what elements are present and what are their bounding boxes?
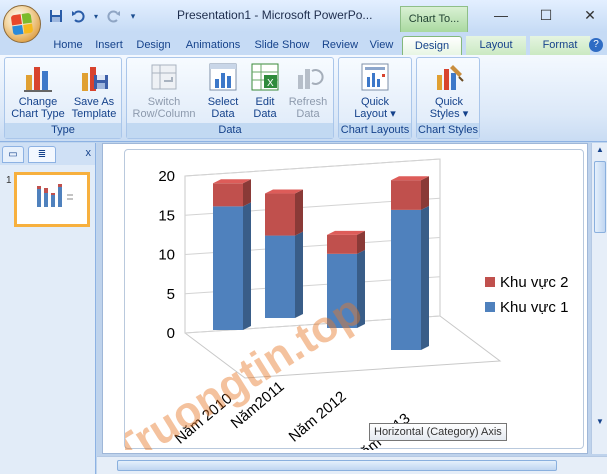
slides-list: 1 — [0, 165, 95, 474]
bar-side-2-3 — [357, 230, 365, 254]
tab-view[interactable]: View — [365, 36, 398, 56]
tab-insert[interactable]: Insert — [89, 36, 129, 56]
y-tick-label: 10 — [158, 247, 175, 264]
quick-styles-icon — [433, 61, 465, 93]
change-chart-type-button[interactable]: Change Chart Type — [9, 61, 67, 120]
quick-styles-button[interactable]: Quick Styles ▾ — [421, 61, 477, 120]
vertical-scrollbar[interactable]: ▲ ▼ — [591, 143, 607, 454]
vertical-scroll-thumb[interactable] — [594, 161, 606, 233]
bar-1-4 — [391, 209, 421, 350]
svg-text:X: X — [267, 78, 274, 89]
bar-side-2-2 — [295, 189, 303, 236]
chart-type-icon — [22, 61, 54, 93]
edit-data-button[interactable]: X Edit Data — [245, 61, 285, 120]
group-type: Change Chart Type Save As Template Type — [4, 57, 122, 139]
switch-row-column-icon — [148, 61, 180, 93]
x-category-label: Năm 2012 — [286, 388, 350, 446]
refresh-data-button[interactable]: Refresh Data — [285, 61, 331, 120]
y-tick-label: 20 — [158, 168, 175, 185]
chart-tools-header: Chart To... — [400, 6, 468, 32]
quick-layout-icon — [359, 61, 391, 93]
legend-swatch — [485, 277, 495, 287]
ribbon: Change Chart Type Save As Template Type … — [0, 55, 607, 142]
horizontal-scrollbar[interactable] — [97, 456, 607, 474]
group-chart-layouts: Quick Layout ▾ Chart Layouts — [338, 57, 412, 139]
slides-panel: ▭ ≣ x 1 — [0, 143, 96, 474]
legend-entry: Khu vực 1 — [500, 299, 568, 316]
tab-animations[interactable]: Animations — [179, 36, 247, 56]
close-button[interactable]: ✕ — [574, 0, 606, 30]
bar-1-2 — [265, 235, 295, 318]
ribbon-tabs: Home Insert Design Animations Slide Show… — [0, 32, 607, 56]
stacked-column-chart[interactable]: 05101520Năm 2010Năm2011Năm 2012Năm 2013K… — [104, 150, 585, 474]
save-icon[interactable] — [48, 8, 64, 24]
slide-number: 1 — [6, 175, 12, 186]
undo-dropdown-icon[interactable]: ▾ — [92, 8, 100, 24]
slide-thumbnail-chart — [37, 184, 73, 207]
save-as-template-button[interactable]: Save As Template — [69, 61, 119, 120]
tab-review[interactable]: Review — [318, 36, 362, 56]
panel-tabs: ▭ ≣ — [2, 146, 94, 164]
customize-qat-icon[interactable]: ▾ — [128, 8, 138, 24]
group-chart-styles: Quick Styles ▾ Chart Styles — [416, 57, 480, 139]
slide-editor: 05101520Năm 2010Năm2011Năm 2012Năm 2013K… — [97, 143, 607, 474]
bar-side-1-2 — [295, 231, 303, 318]
chart-gridline — [184, 158, 441, 177]
select-data-icon — [207, 61, 239, 93]
panel-close-icon[interactable]: x — [86, 147, 92, 159]
refresh-data-icon — [292, 61, 324, 93]
help-icon[interactable]: ? — [589, 38, 603, 52]
scroll-up-icon[interactable]: ▲ — [594, 145, 606, 159]
y-tick-label: 0 — [167, 325, 175, 342]
bar-side-2-4 — [421, 176, 429, 210]
select-data-button[interactable]: Select Data — [203, 61, 243, 120]
legend-entry: Khu vực 2 — [500, 274, 568, 291]
outline-tab-icon[interactable]: ≣ — [28, 146, 56, 163]
tab-slide-show[interactable]: Slide Show — [250, 36, 314, 56]
edit-data-icon: X — [249, 61, 281, 93]
tab-chart-layout[interactable]: Layout — [466, 36, 526, 56]
group-data: Switch Row/Column Select Data X Edit Dat… — [126, 57, 334, 139]
y-tick-label: 5 — [167, 286, 175, 303]
bar-2-1 — [213, 183, 243, 207]
y-tick-label: 15 — [158, 207, 175, 224]
horizontal-scroll-thumb[interactable] — [117, 460, 557, 471]
slide-canvas[interactable]: 05101520Năm 2010Năm2011Năm 2012Năm 2013K… — [102, 143, 588, 474]
office-logo-icon — [10, 12, 34, 36]
group-label-data: Data — [127, 123, 333, 138]
group-label-type: Type — [5, 123, 121, 138]
slide-thumbnail[interactable] — [14, 172, 90, 227]
scroll-down-icon[interactable]: ▼ — [594, 417, 606, 431]
slides-tab-icon[interactable]: ▭ — [2, 146, 24, 163]
title-bar: ▾ ▾ Presentation1 - Microsoft PowerPo...… — [0, 0, 607, 32]
maximize-button[interactable]: ☐ — [530, 0, 562, 30]
bar-side-1-1 — [243, 202, 251, 330]
tab-chart-design[interactable]: Design — [402, 36, 462, 56]
switch-row-column-button[interactable]: Switch Row/Column — [129, 61, 199, 120]
office-button[interactable] — [3, 5, 41, 43]
bar-2-3 — [327, 234, 357, 254]
redo-icon[interactable] — [106, 8, 122, 24]
chart-area[interactable]: 05101520Năm 2010Năm2011Năm 2012Năm 2013K… — [104, 149, 585, 474]
bar-2-2 — [265, 193, 295, 236]
tab-home[interactable]: Home — [50, 36, 86, 56]
bar-2-4 — [391, 180, 421, 210]
tab-chart-format[interactable]: Format — [530, 36, 590, 56]
quick-layout-button[interactable]: Quick Layout ▾ — [347, 61, 403, 120]
undo-icon[interactable] — [70, 8, 86, 24]
bar-side-1-4 — [421, 205, 429, 350]
quick-access-toolbar: ▾ ▾ — [48, 6, 138, 26]
tooltip: Horizontal (Category) Axis — [369, 423, 507, 441]
window-title: Presentation1 - Microsoft PowerPo... — [177, 8, 373, 22]
bar-side-2-1 — [243, 179, 251, 207]
bar-1-1 — [213, 206, 243, 330]
legend-swatch — [485, 302, 495, 312]
tab-design[interactable]: Design — [132, 36, 175, 56]
group-label-chart-styles: Chart Styles — [417, 123, 479, 138]
template-icon — [78, 61, 110, 93]
group-label-chart-layouts: Chart Layouts — [339, 123, 411, 138]
minimize-button[interactable]: — — [485, 0, 517, 30]
